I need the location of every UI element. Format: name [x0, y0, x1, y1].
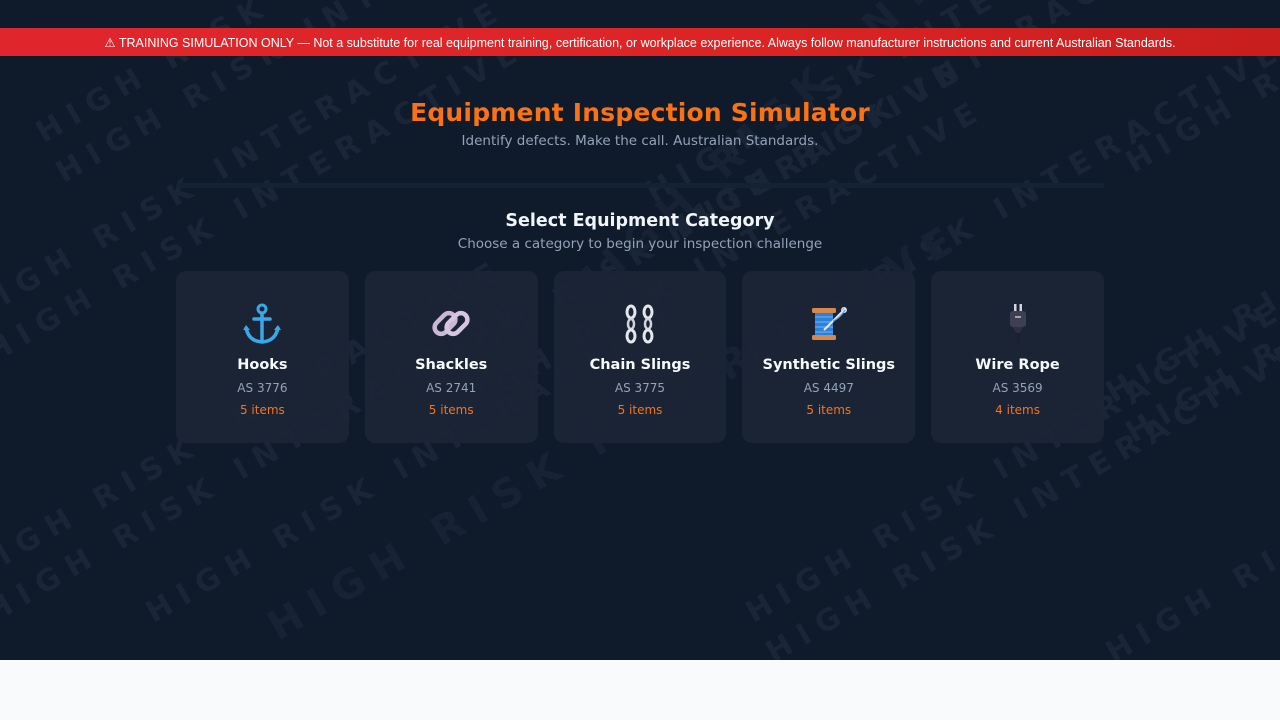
category-item-count: 5 items: [806, 403, 852, 417]
training-warning-banner: ⚠ TRAINING SIMULATION ONLY — Not a subst…: [0, 28, 1280, 56]
page-header: Equipment Inspection Simulator Identify …: [0, 98, 1280, 149]
watermark-text: HIGH RISK INTERACTIVE: [1100, 332, 1280, 660]
link-icon: [365, 301, 538, 347]
section-title: Select Equipment Category: [505, 211, 775, 231]
category-card-synthetic-slings[interactable]: Synthetic Slings AS 4497 5 items: [742, 271, 916, 443]
category-standard: AS 4497: [803, 381, 854, 395]
category-standard: AS 3776: [237, 381, 288, 395]
thread-spool-icon: [742, 301, 915, 347]
category-item-count: 4 items: [995, 403, 1040, 417]
header-divider: [176, 183, 1104, 188]
category-card-chain-slings[interactable]: Chain Slings AS 3775 5 items: [553, 271, 727, 443]
category-standard: AS 3569: [992, 381, 1043, 395]
category-item-count: 5 items: [239, 403, 285, 417]
page-title: Equipment Inspection Simulator: [410, 98, 870, 127]
anchor-icon: [176, 301, 349, 347]
page-subtitle: Identify defects. Make the call. Austral…: [461, 133, 819, 149]
category-card-wire-rope[interactable]: Wire Rope AS 3569 4 items: [931, 271, 1104, 443]
category-item-count: 5 items: [617, 403, 663, 417]
category-card-shackles[interactable]: Shackles AS 2741 5 items: [364, 271, 538, 443]
category-name: Shackles: [415, 357, 488, 373]
page-footer-area: [0, 660, 1280, 720]
banner-text: ⚠ TRAINING SIMULATION ONLY — Not a subst…: [104, 35, 1176, 50]
category-name: Chain Slings: [589, 357, 691, 373]
category-name: Hooks: [237, 357, 288, 373]
category-section-header: Select Equipment Category Choose a categ…: [0, 211, 1280, 252]
category-name: Wire Rope: [975, 357, 1060, 373]
category-item-count: 5 items: [428, 403, 474, 417]
chain-icon: [554, 301, 727, 347]
category-name: Synthetic Slings: [762, 357, 896, 373]
section-subtitle: Choose a category to begin your inspecti…: [457, 236, 823, 252]
plug-icon: [931, 301, 1104, 347]
watermark-text: HIGH RISK INTERACTIVE: [1120, 112, 1280, 451]
category-cards: Hooks AS 3776 5 items Shackles AS 2741 5…: [176, 271, 1104, 443]
app-screen: HIGH RISK INTERACTIVE HIGH RISK INTERACT…: [0, 0, 1280, 660]
category-card-hooks[interactable]: Hooks AS 3776 5 items: [176, 271, 349, 443]
category-standard: AS 3775: [614, 381, 666, 395]
category-standard: AS 2741: [426, 381, 477, 395]
